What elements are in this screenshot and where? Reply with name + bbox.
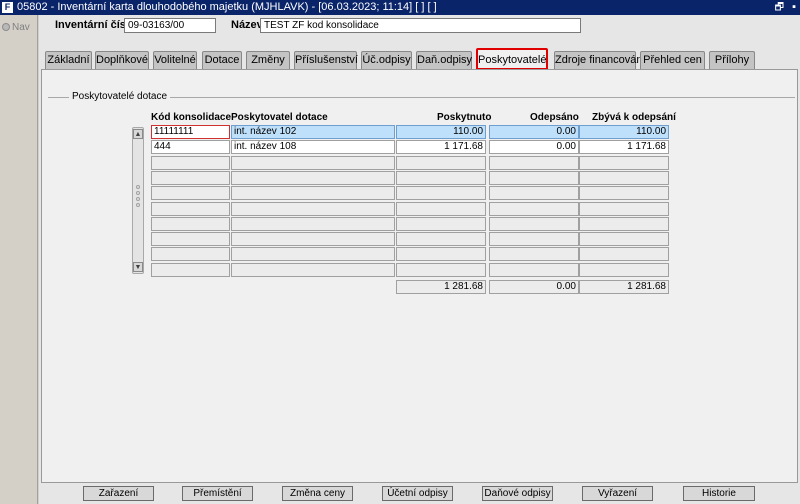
nav-icon <box>2 23 10 31</box>
scroll-down-icon[interactable]: ▼ <box>133 262 143 272</box>
table-cell[interactable]: 1 171.68 <box>396 140 486 154</box>
main-area: Inventární číslo 09-03163/00 Název TEST … <box>39 15 800 504</box>
table-cell[interactable] <box>489 217 579 231</box>
form-icon: F <box>2 2 13 13</box>
table-cell[interactable]: 11111111 <box>151 125 230 139</box>
total-cell: 0.00 <box>489 280 579 294</box>
tab-1[interactable]: Doplňkové <box>95 51 149 69</box>
table-cell[interactable] <box>489 247 579 261</box>
name-label: Název <box>231 19 263 31</box>
table-cell[interactable] <box>489 186 579 200</box>
table-cell[interactable] <box>489 263 579 277</box>
nav-button[interactable]: Nav <box>2 22 35 36</box>
table-cell[interactable] <box>489 171 579 185</box>
window-title: 05802 - Inventární karta dlouhodobého ma… <box>17 1 437 13</box>
table-cell[interactable]: int. název 102 <box>231 125 395 139</box>
nav-label: Nav <box>12 22 30 33</box>
table-cell[interactable] <box>579 247 669 261</box>
table-cell[interactable] <box>151 186 230 200</box>
table-cell[interactable]: 0.00 <box>489 140 579 154</box>
name-field[interactable]: TEST ZF kod konsolidace <box>260 18 581 33</box>
table-cell[interactable] <box>579 217 669 231</box>
table-cell[interactable] <box>579 156 669 170</box>
group-title: Poskytovatelé dotace <box>69 91 171 102</box>
table-cell[interactable] <box>579 171 669 185</box>
tab-9[interactable]: Zdroje financování <box>554 51 646 69</box>
tab-4[interactable]: Změny <box>246 51 290 69</box>
action-button-0[interactable]: Zařazení <box>83 486 154 501</box>
action-button-6[interactable]: Historie <box>683 486 755 501</box>
action-button-2[interactable]: Změna ceny <box>282 486 353 501</box>
table-cell[interactable]: 1 171.68 <box>579 140 669 154</box>
table-cell[interactable] <box>396 247 486 261</box>
table-cell[interactable] <box>151 232 230 246</box>
table-cell[interactable] <box>231 156 395 170</box>
action-button-5[interactable]: Vyřazení <box>582 486 653 501</box>
table-cell[interactable] <box>151 263 230 277</box>
table-cell[interactable] <box>231 232 395 246</box>
table-cell[interactable] <box>396 171 486 185</box>
table-scrollbar[interactable]: ▲ ▼ <box>132 127 144 274</box>
scroll-thumb[interactable] <box>134 183 142 213</box>
action-button-4[interactable]: Daňové odpisy <box>482 486 553 501</box>
table-cell[interactable] <box>396 186 486 200</box>
table-cell[interactable] <box>151 171 230 185</box>
table-cell[interactable] <box>396 232 486 246</box>
table-cell[interactable]: 110.00 <box>396 125 486 139</box>
table-cell[interactable] <box>579 202 669 216</box>
table-cell[interactable]: int. název 108 <box>231 140 395 154</box>
table-cell[interactable] <box>396 202 486 216</box>
column-header-zbyva: Zbývá k odepsání <box>592 112 676 123</box>
action-button-1[interactable]: Přemístění <box>182 486 253 501</box>
table-cell[interactable] <box>231 186 395 200</box>
window-title-bar: F 05802 - Inventární karta dlouhodobého … <box>0 0 800 15</box>
table-cell[interactable] <box>151 156 230 170</box>
table-cell[interactable] <box>489 202 579 216</box>
action-button-bar: Zařazení Přemístění Změna ceny Účetní odpis… <box>39 483 800 504</box>
column-header-odepsano: Odepsáno <box>530 112 579 123</box>
table-cell[interactable] <box>151 247 230 261</box>
table-cell[interactable] <box>579 232 669 246</box>
table-cell[interactable] <box>151 217 230 231</box>
scroll-up-icon[interactable]: ▲ <box>133 129 143 139</box>
tab-2[interactable]: Volitelné <box>153 51 197 69</box>
table-cell[interactable] <box>396 263 486 277</box>
tab-3[interactable]: Dotace <box>202 51 242 69</box>
table-cell[interactable] <box>231 247 395 261</box>
total-cell: 1 281.68 <box>579 280 669 294</box>
tab-6[interactable]: Úč.odpisy <box>361 51 412 69</box>
restore-window-icon[interactable]: 🗗 <box>775 0 784 15</box>
tab-7[interactable]: Daň.odpisy <box>416 51 472 69</box>
table-cell[interactable] <box>396 217 486 231</box>
total-cell: 1 281.68 <box>396 280 486 294</box>
tab-5[interactable]: Příslušenství <box>294 51 358 69</box>
tab-11[interactable]: Přílohy <box>709 51 755 69</box>
table-cell[interactable] <box>489 232 579 246</box>
nav-panel: Nav <box>0 15 38 504</box>
table-cell[interactable] <box>151 202 230 216</box>
table-cell[interactable] <box>579 263 669 277</box>
action-button-3[interactable]: Účetní odpisy <box>382 486 453 501</box>
table-cell[interactable]: 444 <box>151 140 230 154</box>
column-header-poskytovatel: Poskytovatel dotace <box>231 112 328 123</box>
table-cell[interactable] <box>396 156 486 170</box>
column-header-poskytnuto: Poskytnuto <box>437 112 492 123</box>
close-window-icon[interactable]: ▪ <box>792 0 796 15</box>
table-cell[interactable] <box>579 186 669 200</box>
table-cell[interactable] <box>489 156 579 170</box>
inventory-number-field[interactable]: 09-03163/00 <box>124 18 216 33</box>
tab-0[interactable]: Základní <box>45 51 92 69</box>
table-cell[interactable] <box>231 202 395 216</box>
column-header-kod: Kód konsolidace <box>151 112 232 123</box>
tab-8[interactable]: Poskytovatelé <box>476 48 548 70</box>
table-cell[interactable] <box>231 171 395 185</box>
table-cell[interactable] <box>231 217 395 231</box>
tab-10[interactable]: Přehled cen <box>640 51 705 69</box>
table-cell[interactable] <box>231 263 395 277</box>
table-cell[interactable]: 110.00 <box>579 125 669 139</box>
tab-panel-poskytovatele: Poskytovatelé dotace Kód konsolidace Pos… <box>41 69 798 483</box>
table-cell[interactable]: 0.00 <box>489 125 579 139</box>
